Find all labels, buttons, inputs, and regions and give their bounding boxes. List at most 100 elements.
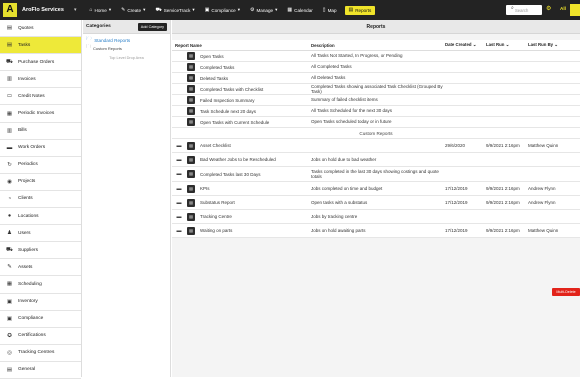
sidebar-item-clients[interactable]: ◔ Clients xyxy=(0,191,81,209)
sidebar-item-locations[interactable]: ● Locations xyxy=(0,208,81,226)
certificate-icon: ✪ xyxy=(7,332,12,339)
sidebar-item-label: Invoices xyxy=(18,76,36,82)
periodic-invoice-icon: ▦ xyxy=(6,110,13,117)
report-name[interactable]: Completed Tasks with Checklist xyxy=(200,87,308,92)
table-row[interactable]: ▬ ▤ Tracking Centre Jobs by tracking centre xyxy=(172,210,580,224)
table-row[interactable]: ▤ Deleted Tasks All Deleted Tasks xyxy=(172,73,580,84)
sidebar-item-work-orders[interactable]: ▬ Work Orders xyxy=(0,140,81,157)
nav-manage[interactable]: ⚙ Manage ▾ xyxy=(245,0,282,20)
column-last-run-by[interactable]: Last Run By ⌄ xyxy=(528,42,558,48)
sidebar-item-certifications[interactable]: ✪ Certifications xyxy=(0,328,81,345)
report-name[interactable]: Asset Checklist xyxy=(200,143,308,148)
company-name[interactable]: AroFlo Services xyxy=(22,7,74,13)
drag-handle-icon[interactable]: ▬ xyxy=(175,143,183,149)
sidebar-item-invoices[interactable]: ▥ Invoices xyxy=(0,71,81,89)
drag-handle-icon[interactable]: ▬ xyxy=(175,157,183,163)
clients-icon: ◔ xyxy=(7,195,12,202)
column-report-name[interactable]: Report Name xyxy=(175,43,202,48)
nav-servicetrack[interactable]: ⛟ ServiceTrack ▾ xyxy=(150,0,199,20)
column-description[interactable]: Description xyxy=(311,43,335,48)
column-last-run[interactable]: Last Run ⌄ xyxy=(486,42,509,48)
category-label: Custom Reports xyxy=(93,45,122,51)
report-name[interactable]: Completed Tasks xyxy=(200,65,308,70)
drag-handle-icon[interactable]: ▬ xyxy=(175,171,183,177)
gear-icon[interactable]: ⚙ xyxy=(546,5,551,12)
nav-create[interactable]: ✎ Create ▾ xyxy=(116,0,150,20)
report-name[interactable]: Bad Weather Jobs to be Rescheduled xyxy=(200,157,308,162)
report-name[interactable]: Open Tasks with Current Schedule xyxy=(200,120,308,125)
table-row[interactable]: ▬ ▤ KPIs Jobs completed on time and budget 1… xyxy=(172,182,580,196)
categories-header: Categories Add Category xyxy=(83,20,170,34)
sidebar-item-users[interactable]: ♟ Users xyxy=(0,225,81,243)
add-button[interactable] xyxy=(570,4,580,16)
all-filter[interactable]: All xyxy=(560,6,566,11)
table-row[interactable]: ▤ Failed Inspection Summary Summary of fai… xyxy=(172,95,580,106)
table-row[interactable]: ▬ ▤ Completed Tasks last 30 Days Tasks comp… xyxy=(172,167,580,182)
tasks-icon: ▤ xyxy=(6,42,13,49)
table-row[interactable]: ▬ ▤ Waiting on parts Jobs on hold awaiting … xyxy=(172,224,580,238)
compliance-icon: ▣ xyxy=(6,315,13,322)
drag-handle-icon[interactable]: ▬ xyxy=(175,186,183,192)
report-name[interactable]: KPIs xyxy=(200,186,308,191)
table-row[interactable]: ▬ ▤ Bad Weather Jobs to be Rescheduled Jobs… xyxy=(172,153,580,167)
wrench-icon: ✎ xyxy=(7,264,12,271)
pencil-icon: ✎ xyxy=(121,7,126,13)
sidebar-item-label: Periodic Invoices xyxy=(18,111,55,117)
aroflo-logo[interactable]: A xyxy=(3,3,17,17)
sidebar-item-bills[interactable]: ▥ Bills xyxy=(0,123,81,140)
report-description: Jobs completed on time and budget xyxy=(311,185,383,191)
sidebar-item-scheduling[interactable]: ▦ Scheduling xyxy=(0,276,81,294)
sidebar-item-label: Certifications xyxy=(18,333,46,339)
report-name[interactable]: Substatus Report xyxy=(200,200,308,205)
sidebar-item-credit-notes[interactable]: ▭ Credit Notes xyxy=(0,88,81,106)
sidebar: ▤ Quotes ▤ Tasks ⛟ Purchase Orders ▥ Invoices ▭ C… xyxy=(0,20,82,379)
nav-home[interactable]: ⌂ Home ▾ xyxy=(85,0,117,20)
sidebar-item-quotes[interactable]: ▤ Quotes xyxy=(0,20,81,38)
table-row[interactable]: ▤ Open Tasks with Current Schedule Open Ta… xyxy=(172,117,580,128)
drag-handle-icon[interactable]: ▬ xyxy=(175,214,183,220)
nav-calendar[interactable]: ▦ Calendar xyxy=(282,0,317,20)
sidebar-item-suppliers[interactable]: ⛟ Suppliers xyxy=(0,242,81,260)
report-description: All Tasks Not Started, In Progress, or P… xyxy=(311,53,403,59)
table-row[interactable]: ▬ ▤ Asset Checklist 29/6/2020 9/9/2021 2:16p… xyxy=(172,139,580,153)
report-description: Open Tasks scheduled today or in future xyxy=(311,119,392,125)
report-name[interactable]: Waiting on parts xyxy=(200,228,308,233)
sidebar-item-inventory[interactable]: ▣ Inventory xyxy=(0,294,81,311)
sidebar-item-periodic-invoices[interactable]: ▦ Periodic Invoices xyxy=(0,105,81,123)
sort-icon: ⌄ xyxy=(554,42,558,47)
table-row[interactable]: ▤ Open Tasks All Tasks Not Started, In Pro… xyxy=(172,51,580,62)
table-row[interactable]: ▤ Completed Tasks All Completed Tasks xyxy=(172,62,580,73)
table-row[interactable]: ▬ ▤ Substatus Report Open tasks with a subs… xyxy=(172,196,580,210)
report-name[interactable]: Failed Inspection Summary xyxy=(200,98,308,103)
top-level-drop-area[interactable]: Top Level Drop Area xyxy=(83,56,170,60)
report-description: Jobs by tracking centre xyxy=(311,213,358,219)
table-row[interactable]: ▤ Task Schedule next 20 days All Tasks Sch… xyxy=(172,106,580,117)
table-row[interactable]: ▤ Completed Tasks with Checklist Completed… xyxy=(172,84,580,95)
drag-handle-icon[interactable]: ▬ xyxy=(175,228,183,234)
drag-handle-icon[interactable]: ▬ xyxy=(175,200,183,206)
sidebar-item-compliance[interactable]: ▣ Compliance xyxy=(0,311,81,328)
report-name[interactable]: Completed Tasks last 30 Days xyxy=(200,172,308,177)
briefcase-icon: ▬ xyxy=(6,144,13,151)
nav-reports[interactable]: ▤ Reports xyxy=(344,5,376,15)
sidebar-item-tracking-centres[interactable]: ◎ Tracking Centres xyxy=(0,345,81,362)
report-name[interactable]: Task Schedule next 20 days xyxy=(200,109,308,114)
multi-delete-button[interactable]: Multi-Delete xyxy=(552,288,580,296)
sidebar-item-purchase-orders[interactable]: ⛟ Purchase Orders xyxy=(0,54,81,72)
column-date-created[interactable]: Date Created ⌄ xyxy=(445,42,476,48)
sidebar-item-general[interactable]: ▤ General xyxy=(0,362,81,379)
nav-compliance[interactable]: ▣ Compliance ▾ xyxy=(200,0,245,20)
category-standard-reports[interactable]: 🗁 Standard Reports xyxy=(83,36,170,44)
add-category-button[interactable]: Add Category xyxy=(137,22,167,31)
report-name[interactable]: Tracking Centre xyxy=(200,214,308,219)
sidebar-item-assets[interactable]: ✎ Assets xyxy=(0,259,81,277)
sidebar-item-projects[interactable]: ◉ Projects xyxy=(0,174,81,191)
sidebar-item-tasks[interactable]: ▤ Tasks xyxy=(0,37,81,55)
report-name[interactable]: Open Tasks xyxy=(200,54,308,59)
report-name[interactable]: Deleted Tasks xyxy=(200,76,308,81)
category-custom-reports[interactable]: 🗀 Custom Reports xyxy=(83,44,170,52)
chevron-down-icon[interactable]: ▾ xyxy=(74,7,77,13)
sidebar-item-periodics[interactable]: ↻ Periodics xyxy=(0,157,81,174)
truck-icon: ⛟ xyxy=(6,246,13,253)
nav-map[interactable]: ▯ Map xyxy=(318,0,342,20)
